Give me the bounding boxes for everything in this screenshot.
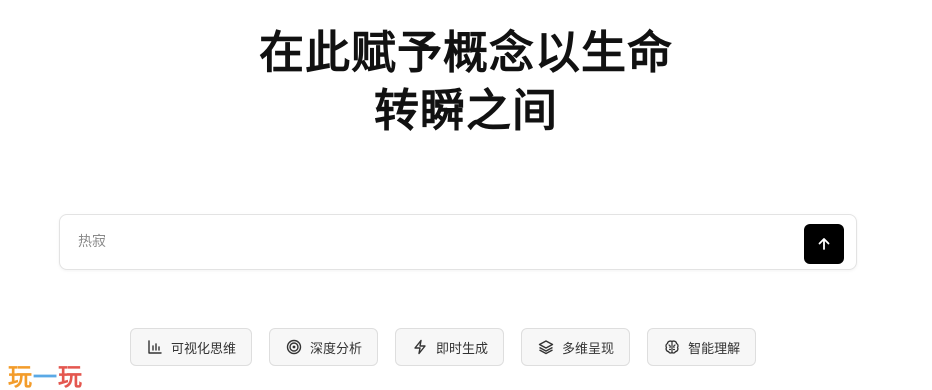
prompt-box [59, 214, 857, 270]
bar-chart-icon [148, 340, 162, 354]
page: 在此赋予概念以生命 转瞬之间 可视化思维 深度分析 [0, 0, 932, 390]
chip-label: 智能理解 [688, 341, 741, 357]
watermark-char: 一 [33, 363, 58, 390]
watermark-char: 玩 [58, 363, 83, 390]
chip-label: 可视化思维 [171, 341, 237, 357]
chip-label: 即时生成 [436, 341, 489, 357]
chip-instant-generation[interactable]: 即时生成 [395, 328, 505, 366]
watermark-char: 玩 [8, 363, 33, 390]
watermark-logo: 玩一玩 [8, 357, 83, 390]
chip-deep-analysis[interactable]: 深度分析 [269, 328, 379, 366]
hero-title-line-2: 转瞬之间 [373, 84, 558, 137]
hero-title-line-1: 在此赋予概念以生命 [258, 26, 673, 79]
chip-visual-thinking[interactable]: 可视化思维 [130, 328, 253, 366]
target-icon [286, 339, 302, 355]
feature-chips: 可视化思维 深度分析 即时生成 多维呈现 智能理解 [130, 328, 757, 366]
chip-multi-dimensional[interactable]: 多维呈现 [521, 328, 631, 366]
layers-icon [538, 340, 554, 355]
prompt-input[interactable] [78, 231, 778, 253]
lightning-icon [414, 339, 426, 355]
chip-smart-understanding[interactable]: 智能理解 [647, 328, 757, 366]
send-button[interactable] [804, 224, 844, 264]
brain-icon [665, 340, 679, 354]
hero-title: 在此赋予概念以生命 转瞬之间 [0, 24, 932, 140]
chip-label: 深度分析 [310, 341, 363, 357]
arrow-up-icon [818, 238, 830, 250]
chip-label: 多维呈现 [562, 341, 615, 357]
